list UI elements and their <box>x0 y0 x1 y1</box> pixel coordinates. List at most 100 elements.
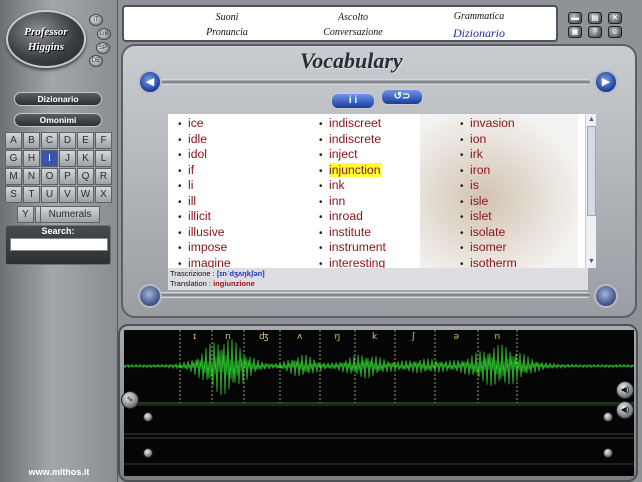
word-item[interactable]: • isotherm <box>460 256 588 269</box>
save-icon[interactable]: ▣ <box>568 26 582 38</box>
menu-grammatica[interactable]: Grammatica <box>424 11 534 22</box>
letter-key-e[interactable]: E <box>77 132 94 149</box>
menu-ascolto[interactable]: Ascolto <box>298 12 408 23</box>
letter-key-m[interactable]: M <box>5 168 22 185</box>
speaker-record-icon[interactable]: ◀) <box>616 401 634 419</box>
word-item[interactable]: • impose <box>178 240 318 256</box>
track-handle-icon[interactable] <box>143 448 153 458</box>
settings-icon[interactable]: ☺ <box>608 26 622 38</box>
flag-button-gb[interactable]: GB <box>97 28 111 40</box>
word-item[interactable]: • isle <box>460 194 588 210</box>
word-item[interactable]: • ink <box>319 178 459 194</box>
word-list: • ice • idle • idol • if • li • ill • illicit • illusiv… <box>168 114 588 268</box>
word-item[interactable]: • inn <box>319 194 459 210</box>
word-item[interactable]: • is <box>460 178 588 194</box>
letter-key-d[interactable]: D <box>59 132 76 149</box>
menu-dizionario[interactable]: Dizionario <box>424 26 534 41</box>
help-icon[interactable]: ? <box>588 26 602 38</box>
scroll-thumb[interactable] <box>587 126 596 216</box>
letter-key-i[interactable]: I <box>41 150 58 167</box>
minimize-icon[interactable]: ▬ <box>568 12 582 24</box>
menu-suoni[interactable]: Suoni <box>172 12 282 23</box>
word-item[interactable]: • idol <box>178 147 318 163</box>
letter-key-u[interactable]: U <box>41 186 58 203</box>
logo-line1: Professor <box>24 26 68 38</box>
track-handle-icon[interactable] <box>603 448 613 458</box>
letter-key-c[interactable]: C <box>41 132 58 149</box>
numerals-button[interactable]: Numerals <box>40 206 100 223</box>
letter-key-j[interactable]: J <box>59 150 76 167</box>
print-icon[interactable]: ▤ <box>588 12 602 24</box>
scroll-down-icon[interactable]: ▼ <box>587 257 596 266</box>
word-item[interactable]: • inroad <box>319 209 459 225</box>
search-input[interactable] <box>10 238 108 251</box>
word-item[interactable]: • illicit <box>178 209 318 225</box>
word-item[interactable]: • isomer <box>460 240 588 256</box>
letter-key-v[interactable]: V <box>59 186 76 203</box>
letter-key-l[interactable]: L <box>95 150 112 167</box>
word-item[interactable]: • isolate <box>460 225 588 241</box>
letter-key-y[interactable]: Y <box>17 206 34 223</box>
bullet-icon: • <box>319 243 323 254</box>
track-handle-icon[interactable] <box>143 412 153 422</box>
letter-key-k[interactable]: K <box>77 150 94 167</box>
bullet-icon: • <box>178 243 182 254</box>
letter-key-p[interactable]: P <box>59 168 76 185</box>
flag-button-it[interactable]: IT <box>89 14 103 26</box>
word-item[interactable]: • instrument <box>319 240 459 256</box>
letter-key-n[interactable]: N <box>23 168 40 185</box>
word-item[interactable]: • irk <box>460 147 588 163</box>
word-item[interactable]: • interesting <box>319 256 459 269</box>
next-arrow-icon[interactable]: ▶ <box>594 70 618 94</box>
website-link[interactable]: www.mithos.it <box>0 467 118 477</box>
bullet-icon: • <box>178 227 182 239</box>
word-item[interactable]: • iron <box>460 163 588 179</box>
letter-index-button[interactable]: i i <box>331 93 375 109</box>
letter-key-r[interactable]: R <box>95 168 112 185</box>
speaker-icon[interactable]: ◀) <box>616 381 634 399</box>
word-item[interactable]: • indiscrete <box>319 132 459 148</box>
word-item[interactable]: • indiscreet <box>319 116 459 132</box>
bullet-icon: • <box>460 243 464 254</box>
word-item[interactable]: • invasion <box>460 116 588 132</box>
word-item[interactable]: • imagine <box>178 256 318 269</box>
letter-key-q[interactable]: Q <box>77 168 94 185</box>
word-item[interactable]: • ice <box>178 116 318 132</box>
letter-key-h[interactable]: H <box>23 150 40 167</box>
menu-pronuncia[interactable]: Pronuncia <box>172 27 282 38</box>
word-item[interactable]: • institute <box>319 225 459 241</box>
letter-key-t[interactable]: T <box>23 186 40 203</box>
letter-key-o[interactable]: O <box>41 168 58 185</box>
letter-key-f[interactable]: F <box>95 132 112 149</box>
previous-arrow-icon[interactable]: ◀ <box>138 70 162 94</box>
letter-key-g[interactable]: G <box>5 150 22 167</box>
menu-conversazione[interactable]: Conversazione <box>298 27 408 38</box>
word-item[interactable]: • ill <box>178 194 318 210</box>
word-text: ink <box>329 178 345 192</box>
undo-icon[interactable]: ↺⊃ <box>381 89 423 105</box>
letter-key-x[interactable]: X <box>95 186 112 203</box>
word-item[interactable]: • ion <box>460 132 588 148</box>
word-item[interactable]: • inject <box>319 147 459 163</box>
word-item[interactable]: • idle <box>178 132 318 148</box>
flag-button-sp[interactable]: SP <box>96 42 110 54</box>
word-list-scrollbar[interactable]: ▲ ▼ <box>585 114 596 268</box>
word-item[interactable]: • islet <box>460 209 588 225</box>
letter-key-a[interactable]: A <box>5 132 22 149</box>
word-item[interactable]: • li <box>178 178 318 194</box>
vocabulary-title: Vocabulary <box>300 48 403 73</box>
word-item[interactable]: • illusive <box>178 225 318 241</box>
letter-key-s[interactable]: S <box>5 186 22 203</box>
microphone-icon[interactable]: ✎ <box>121 391 139 409</box>
word-item[interactable]: • if <box>178 163 318 179</box>
bullet-icon: • <box>460 119 464 130</box>
close-icon[interactable]: ✕ <box>608 12 622 24</box>
dictionary-button[interactable]: Dizionario <box>14 92 102 106</box>
scroll-up-icon[interactable]: ▲ <box>587 115 596 124</box>
flag-button-de[interactable]: DE <box>89 55 103 67</box>
homonyms-button[interactable]: Omonimi <box>14 113 102 127</box>
letter-key-w[interactable]: W <box>77 186 94 203</box>
word-item[interactable]: • injunction <box>319 162 459 179</box>
track-handle-icon[interactable] <box>603 412 613 422</box>
letter-key-b[interactable]: B <box>23 132 40 149</box>
